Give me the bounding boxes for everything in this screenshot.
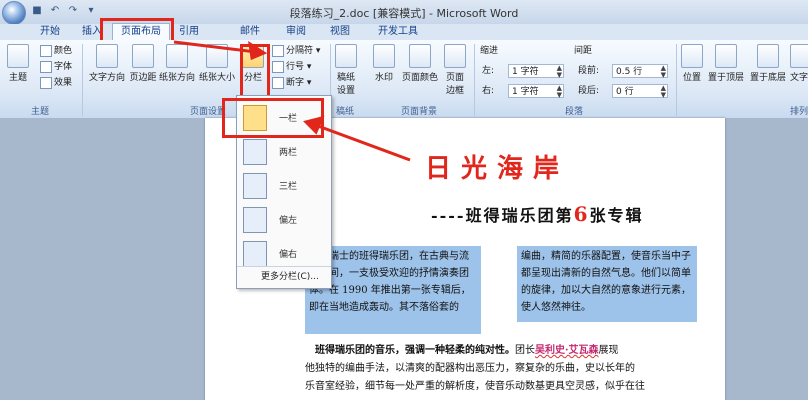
annotation-arrows <box>173 40 411 162</box>
annotation-arrowhead-1 <box>248 40 268 61</box>
annotation-arrow-2 <box>317 124 411 162</box>
annotation-arrowhead-2 <box>303 115 325 135</box>
annotation-arrow-1 <box>173 40 257 54</box>
